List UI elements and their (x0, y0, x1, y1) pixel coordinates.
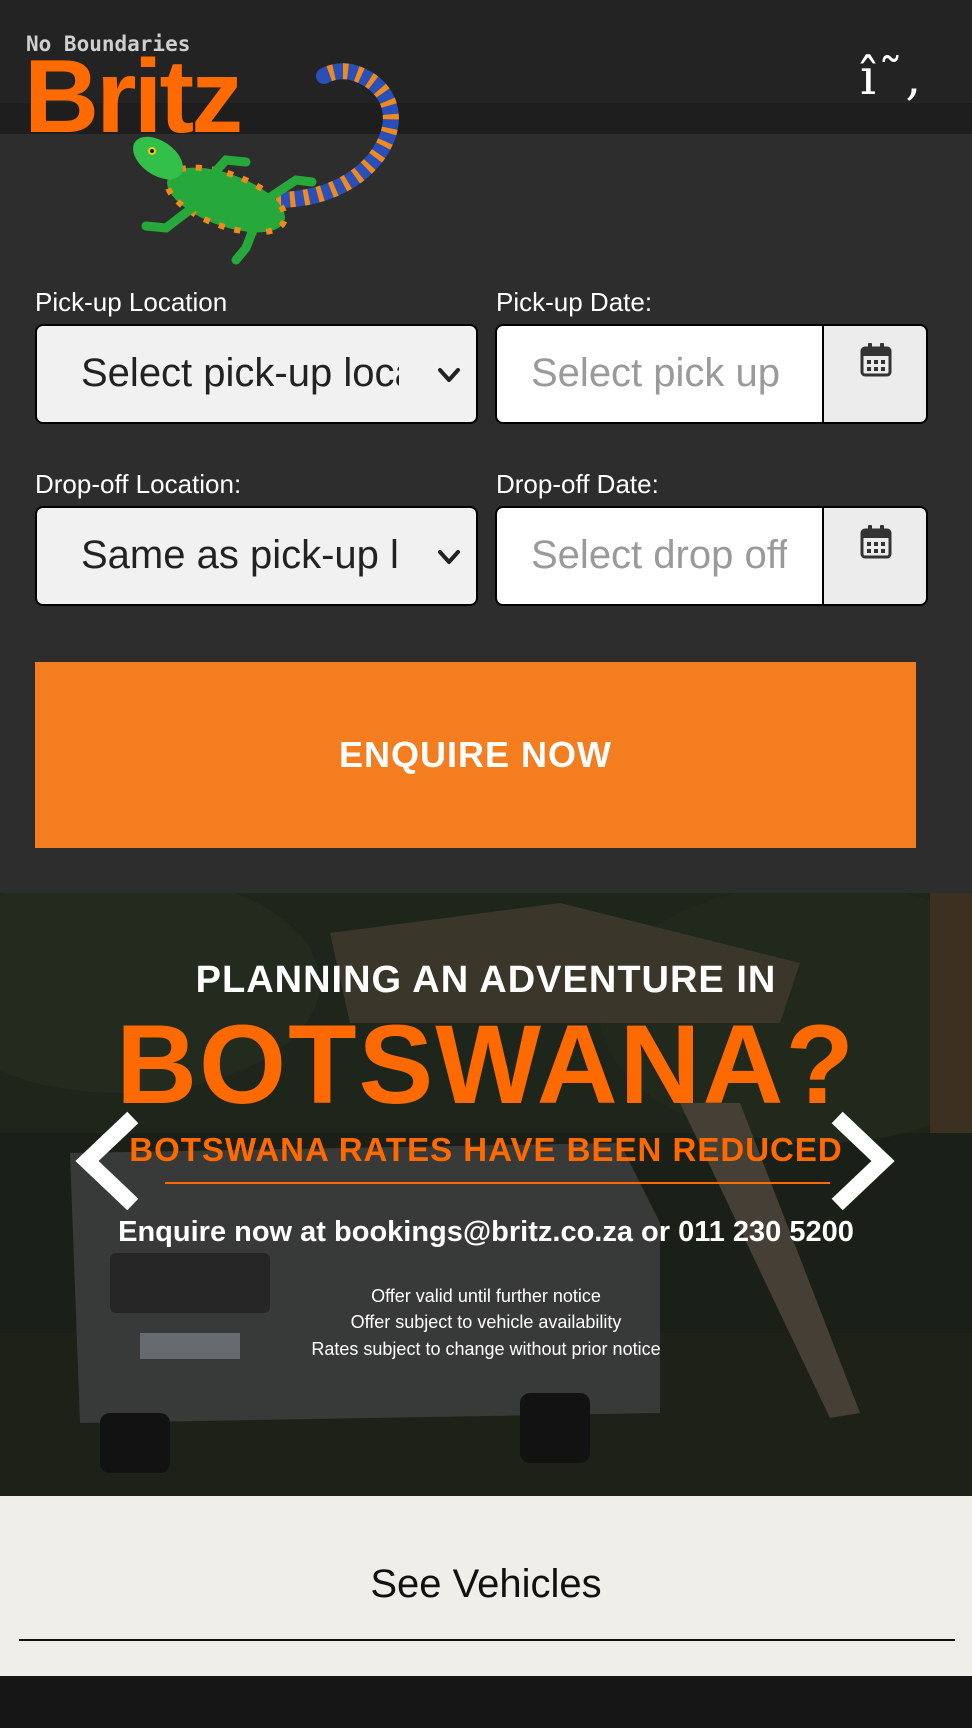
pickup-date-input[interactable]: Select pick up date (495, 324, 822, 424)
pickup-date-placeholder: Select pick up date (531, 351, 787, 395)
chevron-left-icon[interactable] (72, 1111, 142, 1211)
banner-headline: PLANNING AN ADVENTURE IN (195, 959, 777, 1001)
enquire-now-button[interactable]: ENQUIRE NOW (35, 662, 916, 848)
banner-note: Offer valid until further notice (371, 1286, 601, 1306)
menu-icon[interactable]: î˜‚ (860, 48, 923, 106)
section-divider (19, 1639, 955, 1641)
dropoff-date-placeholder: Select drop off date (531, 533, 787, 577)
dropoff-date-input[interactable]: Select drop off date (495, 506, 822, 606)
dropoff-location-label: Drop-off Location: (35, 469, 242, 499)
britz-logo[interactable]: No Boundaries Britz (24, 32, 399, 265)
calendar-icon (860, 343, 892, 377)
pickup-location-value: Select pick-up location (81, 351, 399, 395)
banner-divider (165, 1182, 830, 1184)
banner-subheadline: BOTSWANA RATES HAVE BEEN REDUCED (129, 1131, 843, 1168)
banner-note: Offer subject to vehicle availability (350, 1312, 622, 1332)
promo-banner: PLANNING AN ADVENTURE IN BOTSWANA? BOTSW… (0, 893, 972, 1496)
lizard-logo-icon (133, 63, 399, 265)
pickup-location-select[interactable]: Select pick-up location (35, 324, 478, 424)
see-vehicles-section: See Vehicles (0, 1496, 972, 1676)
pickup-date-label: Pick-up Date: (496, 287, 653, 317)
chevron-down-icon (438, 550, 460, 564)
dropoff-location-value: Same as pick-up location (81, 533, 399, 577)
banner-contact: Enquire now at bookings@britz.co.za or 0… (118, 1216, 854, 1248)
dropoff-location-select[interactable]: Same as pick-up location (35, 506, 478, 606)
footer-bar (0, 1676, 972, 1728)
chevron-right-icon[interactable] (828, 1111, 898, 1211)
pickup-location-label: Pick-up Location (35, 287, 228, 317)
calendar-icon (860, 525, 892, 559)
dropoff-date-label: Drop-off Date: (496, 469, 659, 499)
banner-note: Rates subject to change without prior no… (311, 1339, 661, 1359)
banner-destination: BOTSWANA? (116, 1002, 856, 1127)
dropoff-date-calendar-button[interactable] (822, 506, 928, 606)
pickup-date-calendar-button[interactable] (822, 324, 928, 424)
see-vehicles-link[interactable]: See Vehicles (0, 1562, 972, 1607)
chevron-down-icon (438, 368, 460, 382)
